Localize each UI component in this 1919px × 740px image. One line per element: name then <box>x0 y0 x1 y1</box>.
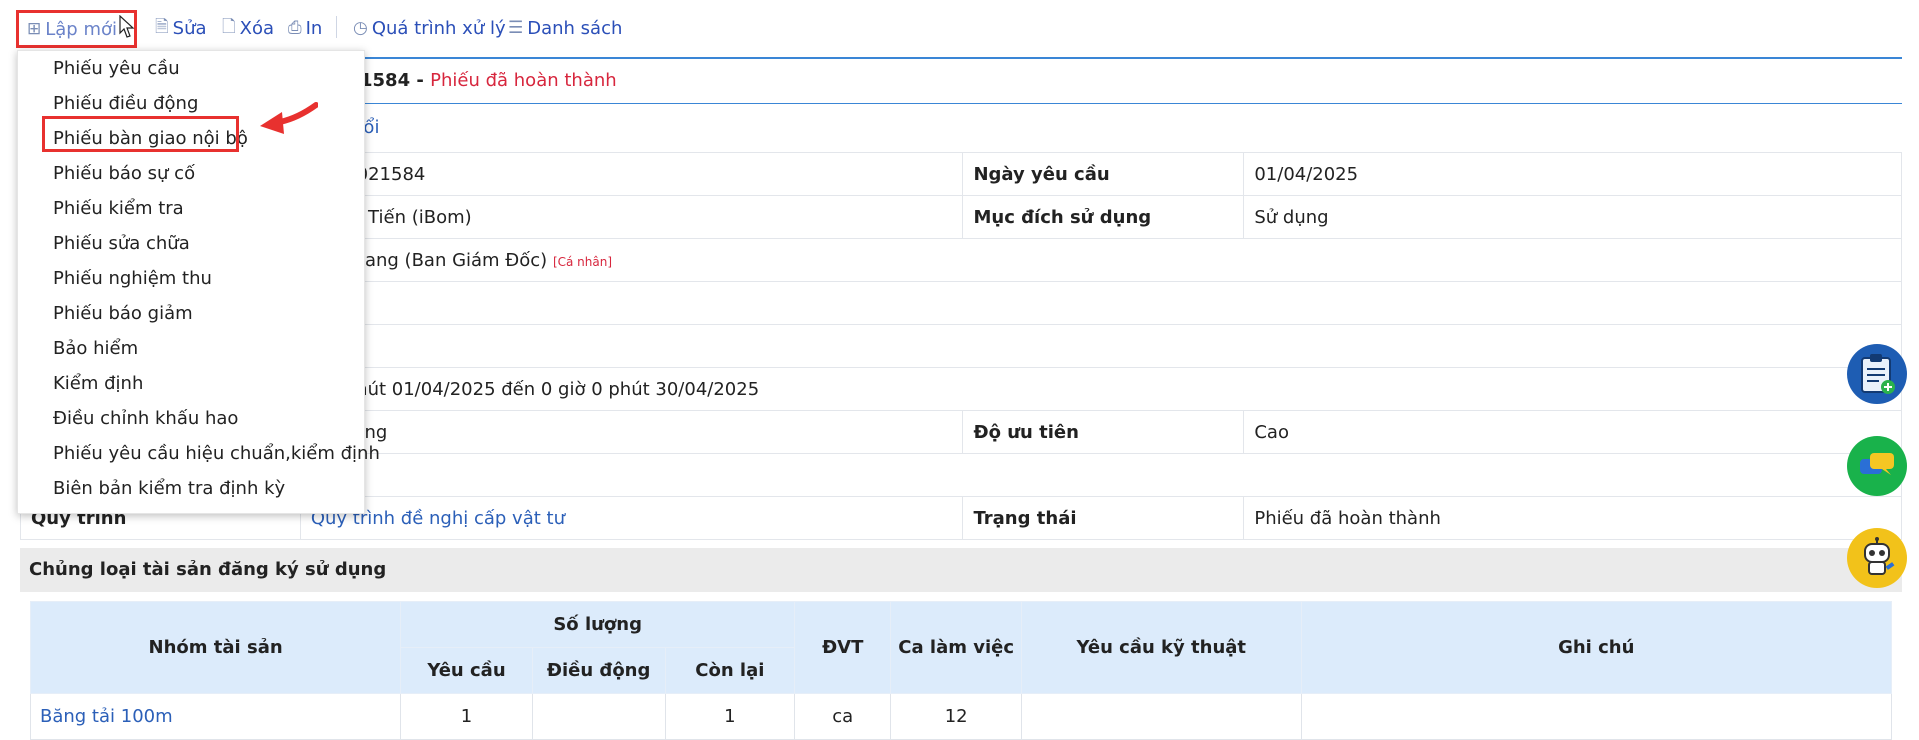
time-value: ờ 0 phút 01/04/2025 đến 0 giờ 0 phút 30/… <box>299 367 1903 411</box>
process-link[interactable]: Quy trình đề nghị cấp vật tư <box>299 496 964 540</box>
col-tech: Yêu cầu kỹ thuật <box>1020 601 1302 694</box>
list-button[interactable]: ☰ Danh sách <box>508 14 622 42</box>
table-row: Băng tải 100m 1 1 ca 12 <box>29 693 1893 740</box>
menu-item-verification[interactable]: Kiểm định <box>53 370 143 398</box>
mouse-cursor-icon <box>119 15 135 38</box>
delete-button[interactable]: 🗋 Xóa <box>222 14 274 42</box>
red-arrow-icon <box>260 102 318 134</box>
col-quantity: Số lượng <box>400 601 796 648</box>
robot-icon <box>1864 537 1895 575</box>
cell-note <box>1300 693 1893 740</box>
cell-moved <box>531 693 666 740</box>
col-remaining: Còn lại <box>664 647 796 694</box>
delete-doc-icon: 🗋 <box>222 16 236 37</box>
cell-requested: 1 <box>400 693 533 740</box>
title-divider <box>344 103 1902 104</box>
col-shift: Ca làm việc <box>890 601 1022 694</box>
toolbar: ⊞ Lập mới 🗎 Sửa 🗋 Xóa ⎙ In ◷ Quá trình x… <box>0 0 1919 56</box>
cell-remaining: 1 <box>664 693 796 740</box>
menu-item-acceptance[interactable]: Phiếu nghiệm thu <box>53 265 212 293</box>
menu-item-repair[interactable]: Phiếu sửa chữa <box>53 230 190 258</box>
menu-item-incident[interactable]: Phiếu báo sự cố <box>53 160 195 188</box>
new-button-label: Lập mới <box>45 18 118 40</box>
col-note: Ghi chú <box>1300 601 1893 694</box>
robot-support-button[interactable] <box>1847 528 1907 588</box>
history-button-label: Quá trình xử lý <box>371 17 506 39</box>
asset-name-link[interactable]: Băng tải 100m <box>29 693 402 740</box>
document-code: 1584 - <box>360 70 424 91</box>
importance-value: an trọng <box>299 410 964 454</box>
col-requested: Yêu cầu <box>400 647 533 694</box>
print-button-label: In <box>305 17 323 39</box>
header-divider <box>344 57 1902 59</box>
document-title: 1584 - Phiếu đã hoàn thành <box>360 70 617 91</box>
purpose-value: Sử dụng <box>1243 195 1902 239</box>
highlight-box <box>42 116 239 152</box>
col-group: Nhóm tài sản <box>29 601 402 694</box>
menu-item-insurance[interactable]: Bảo hiểm <box>53 335 138 363</box>
list-button-label: Danh sách <box>527 17 623 39</box>
plus-square-icon: ⊞ <box>27 19 42 39</box>
requester-value: õ Văn Tiến (iBom) <box>299 195 964 239</box>
priority-label: Độ ưu tiên <box>962 410 1245 454</box>
request-date-value: 01/04/2025 <box>1243 152 1902 196</box>
request-date-label: Ngày yêu cầu <box>962 152 1245 196</box>
menu-item-decrease[interactable]: Phiếu báo giảm <box>53 300 193 328</box>
chat-button[interactable] <box>1847 436 1907 496</box>
receiver-tag: [Cá nhân] <box>552 254 613 269</box>
menu-item-periodic-check[interactable]: Biên bản kiểm tra định kỳ <box>53 475 285 503</box>
code-value: 2504021584 <box>299 152 964 196</box>
history-button[interactable]: ◷ Quá trình xử lý <box>353 14 506 42</box>
delete-button-label: Xóa <box>239 17 275 39</box>
edit-button-label: Sửa <box>172 17 207 39</box>
menu-item-depreciation[interactable]: Điều chỉnh khấu hao <box>53 405 238 433</box>
col-moved: Điều động <box>531 647 666 694</box>
toolbar-divider <box>336 16 337 38</box>
state-label: Trạng thái <box>962 496 1245 540</box>
cell-unit: ca <box>794 693 892 740</box>
cell-tech <box>1020 693 1302 740</box>
cell-shift: 12 <box>890 693 1022 740</box>
print-button[interactable]: ⎙ In <box>288 14 322 42</box>
purpose-label: Mục đích sử dụng <box>962 195 1245 239</box>
asset-table: Nhóm tài sản Số lượng ĐVT Ca làm việc Yê… <box>29 601 1893 740</box>
receiver-cell: nh Quang (Ban Giám Đốc) [Cá nhân] <box>299 238 1903 282</box>
col-unit: ĐVT <box>794 601 892 694</box>
printer-icon: ⎙ <box>288 18 302 38</box>
menu-item-calibration[interactable]: Phiếu yêu cầu hiệu chuẩn,kiểm định <box>53 440 380 468</box>
clipboard-plus-icon <box>1861 354 1895 394</box>
edit-button[interactable]: 🗎 Sửa <box>155 14 207 42</box>
menu-item-dispatch[interactable]: Phiếu điều động <box>53 90 198 118</box>
menu-item-request[interactable]: Phiếu yêu cầu <box>53 55 180 83</box>
chat-bubble-icon <box>1860 453 1894 475</box>
asset-section-title: Chủng loại tài sản đăng ký sử dụng <box>20 548 1902 592</box>
menu-item-inspection[interactable]: Phiếu kiểm tra <box>53 195 184 223</box>
clock-icon: ◷ <box>353 18 368 38</box>
state-value: Phiếu đã hoàn thành <box>1243 496 1902 540</box>
list-icon: ☰ <box>508 18 524 38</box>
clipboard-add-button[interactable] <box>1847 344 1907 404</box>
document-status: Phiếu đã hoàn thành <box>430 70 617 91</box>
priority-value: Cao <box>1243 410 1902 454</box>
edit-doc-icon: 🗎 <box>155 16 169 37</box>
